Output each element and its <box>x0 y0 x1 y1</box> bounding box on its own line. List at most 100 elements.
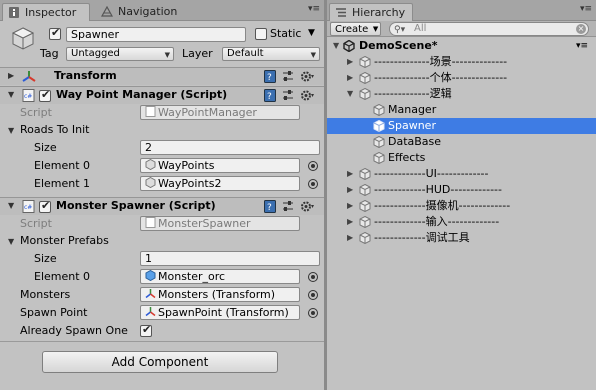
foldout-arrow-icon[interactable]: ▶ <box>347 166 353 182</box>
transform-component-header[interactable]: ▶ Transform ? <box>0 67 324 85</box>
hierarchy-item[interactable]: DataBase <box>327 134 596 150</box>
static-dropdown-arrow-icon[interactable]: ▼ <box>308 26 315 40</box>
roads-element0-field[interactable]: WayPoints <box>140 158 300 173</box>
tab-navigation-label: Navigation <box>118 5 178 18</box>
hierarchy-item-label: --------------逻辑 <box>374 87 452 100</box>
gameobject-cube-icon <box>145 177 156 188</box>
foldout-arrow-icon[interactable]: ▶ <box>347 214 353 230</box>
hierarchy-search-input[interactable]: ⚲▾ All × <box>389 22 589 36</box>
tab-menu-icon[interactable]: ▾≡ <box>308 4 320 14</box>
preset-slider-icon[interactable] <box>282 70 294 86</box>
monster-spawner-enabled-checkbox[interactable] <box>39 199 51 213</box>
gameobject-cube-icon <box>359 56 371 68</box>
gameobject-cube-icon <box>359 72 371 84</box>
waypoint-manager-enabled-checkbox[interactable] <box>39 88 51 102</box>
spawn-point-value: SpawnPoint (Transform) <box>158 306 289 319</box>
active-checkbox[interactable] <box>49 26 61 40</box>
monster-spawner-component-header[interactable]: ▼ c# Monster Spawner (Script) ? <box>0 197 324 215</box>
gameobject-cube-icon <box>359 216 371 228</box>
object-name-field[interactable]: Spawner <box>66 27 246 42</box>
object-picker-icon[interactable] <box>308 161 318 171</box>
hierarchy-tabbar: Hierarchy ▾≡ <box>327 0 596 21</box>
scene-foldout-icon[interactable]: ▼ <box>333 38 339 54</box>
foldout-arrow-icon[interactable]: ▶ <box>347 54 353 70</box>
scene-row[interactable]: ▼ DemoScene* ▾≡ <box>327 38 596 54</box>
tab-hierarchy-label: Hierarchy <box>352 6 406 19</box>
foldout-arrow-icon[interactable]: ▶ <box>8 71 14 80</box>
waypoint-manager-title: Way Point Manager (Script) <box>56 88 228 101</box>
gear-icon[interactable] <box>300 70 314 86</box>
object-picker-icon[interactable] <box>308 179 318 189</box>
hierarchy-item[interactable]: Effects <box>327 150 596 166</box>
hierarchy-item[interactable]: ▶ -------------UI------------- <box>327 166 596 182</box>
hierarchy-toolbar: Create ⚲▾ All × <box>327 21 596 37</box>
preset-slider-icon[interactable] <box>282 200 294 216</box>
hierarchy-item[interactable]: ▶ -------------输入------------- <box>327 214 596 230</box>
tab-menu-icon[interactable]: ▾≡ <box>580 4 592 14</box>
add-component-button[interactable]: Add Component <box>42 351 278 373</box>
already-spawn-one-checkbox[interactable] <box>140 323 152 337</box>
layer-label: Layer <box>182 47 213 60</box>
waypoint-manager-component-header[interactable]: ▼ c# Way Point Manager (Script) ? <box>0 86 324 104</box>
roads-element1-field[interactable]: WayPoints2 <box>140 176 300 191</box>
monster-spawner-title: Monster Spawner (Script) <box>56 199 216 212</box>
hierarchy-item[interactable]: ▶ --------------个体-------------- <box>327 70 596 86</box>
foldout-arrow-icon[interactable]: ▶ <box>347 70 353 86</box>
gameobject-cube-icon <box>373 120 385 132</box>
foldout-arrow-icon[interactable]: ▶ <box>347 230 353 246</box>
prefab-cube-icon <box>145 270 156 281</box>
layer-dropdown[interactable]: Default <box>222 47 320 61</box>
monsters-field[interactable]: Monsters (Transform) <box>140 287 300 302</box>
foldout-arrow-icon[interactable]: ▶ <box>347 182 353 198</box>
hierarchy-item[interactable]: ▶ -------------HUD------------- <box>327 182 596 198</box>
help-book-icon[interactable]: ? <box>264 89 276 105</box>
foldout-down-icon[interactable]: ▼ <box>347 86 353 102</box>
prefabs-element0-field[interactable]: Monster_orc <box>140 269 300 284</box>
prefabs-size-label: Size <box>34 252 57 265</box>
tab-navigation[interactable]: Navigation <box>96 3 188 21</box>
preset-slider-icon[interactable] <box>282 89 294 105</box>
help-book-icon[interactable]: ? <box>264 200 276 216</box>
foldout-arrow-icon[interactable]: ▶ <box>347 198 353 214</box>
create-dropdown-button[interactable]: Create <box>330 22 382 36</box>
roads-element0-label: Element 0 <box>34 159 91 172</box>
ms-script-label: Script <box>20 217 52 230</box>
object-picker-icon[interactable] <box>308 290 318 300</box>
ms-script-field: MonsterSpawner <box>140 216 300 231</box>
prefabs-element0-label: Element 0 <box>34 270 91 283</box>
gameobject-cube-icon <box>11 27 35 50</box>
tab-inspector[interactable]: Inspector <box>2 3 90 21</box>
roads-size-field[interactable]: 2 <box>140 140 320 155</box>
foldout-down-icon[interactable]: ▼ <box>8 201 14 210</box>
object-picker-icon[interactable] <box>308 308 318 318</box>
tag-dropdown[interactable]: Untagged <box>66 47 174 61</box>
roads-element1-label: Element 1 <box>34 177 91 190</box>
spawn-point-field[interactable]: SpawnPoint (Transform) <box>140 305 300 320</box>
prefabs-foldout-icon[interactable]: ▼ <box>8 237 14 246</box>
scene-menu-icon[interactable]: ▾≡ <box>576 38 588 54</box>
gameobject-cube-icon <box>373 152 385 164</box>
tab-hierarchy[interactable]: Hierarchy <box>329 3 413 21</box>
clear-search-icon[interactable]: × <box>576 24 586 34</box>
hierarchy-item-label: -------------摄像机------------- <box>374 199 511 212</box>
hierarchy-item[interactable]: ▶ --------------场景-------------- <box>327 54 596 70</box>
static-checkbox[interactable] <box>255 28 267 40</box>
hierarchy-item-selected[interactable]: Spawner <box>327 118 596 134</box>
csharp-script-icon: c# <box>22 200 35 213</box>
gear-icon[interactable] <box>300 89 314 105</box>
foldout-down-icon[interactable]: ▼ <box>8 90 14 99</box>
hierarchy-item[interactable]: ▶ -------------摄像机------------- <box>327 198 596 214</box>
ms-script-value: MonsterSpawner <box>158 217 251 230</box>
monsters-value: Monsters (Transform) <box>158 288 276 301</box>
gameobject-cube-icon <box>359 232 371 244</box>
prefabs-size-field[interactable]: 1 <box>140 251 320 266</box>
roads-foldout-icon[interactable]: ▼ <box>8 126 14 135</box>
hierarchy-item[interactable]: ▼ --------------逻辑 <box>327 86 596 102</box>
gear-icon[interactable] <box>300 200 314 216</box>
help-book-icon[interactable]: ? <box>264 70 276 86</box>
search-icon: ⚲▾ <box>394 25 406 35</box>
hierarchy-item[interactable]: Manager <box>327 102 596 118</box>
hierarchy-item[interactable]: ▶ -------------调试工具 <box>327 230 596 246</box>
gameobject-cube-icon <box>359 184 371 196</box>
object-picker-icon[interactable] <box>308 272 318 282</box>
